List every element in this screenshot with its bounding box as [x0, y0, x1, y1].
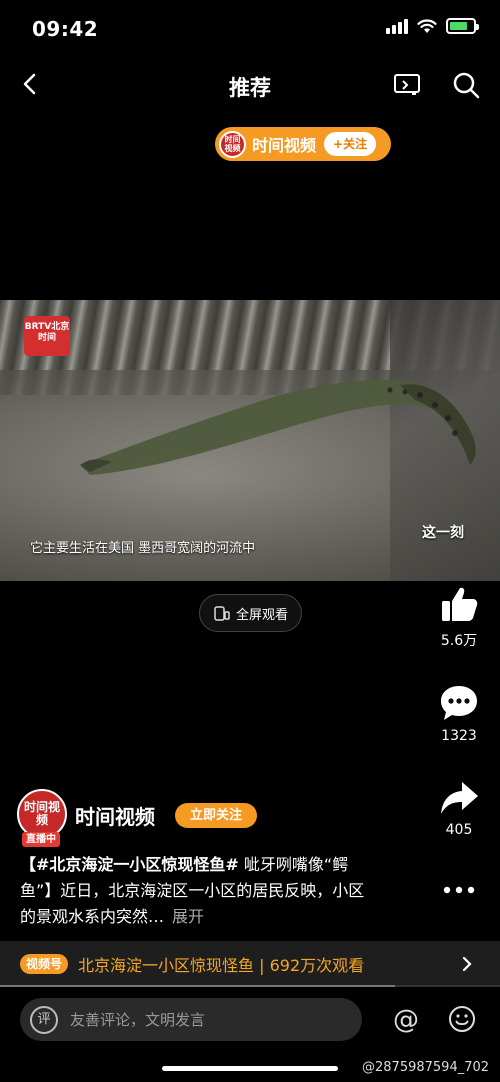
- thumbs-up-icon: [442, 587, 478, 621]
- home-indicator: [162, 1066, 338, 1071]
- status-bar: 09:42: [0, 0, 500, 60]
- series-bar[interactable]: 视频号 北京海淀一小区惊现怪鱼 | 692万次观看: [0, 941, 500, 987]
- video-player[interactable]: BRTV北京时间 它主要生活在美国 墨西哥宽阔的河流中 这一刻: [0, 300, 500, 581]
- status-time: 09:42: [32, 17, 99, 41]
- share-icon: [441, 782, 478, 814]
- user-watermark: @2875987594_702: [362, 1060, 490, 1075]
- account-pill[interactable]: 时间视频 时间视频 +关注: [215, 127, 391, 161]
- series-badge: 视频号: [20, 954, 69, 974]
- cast-screen-icon[interactable]: [392, 70, 422, 100]
- account-logo: 时间视频: [219, 130, 246, 158]
- share-action[interactable]: 405: [429, 778, 489, 838]
- video-channel-logo: BRTV北京时间: [24, 316, 70, 356]
- battery-icon: [446, 18, 479, 34]
- fullscreen-label: 全屏观看: [235, 607, 288, 623]
- comment-icon: [441, 686, 477, 720]
- at-mention-icon[interactable]: @: [393, 1005, 419, 1035]
- comment-placeholder: 友善评论，文明发言: [70, 1011, 206, 1029]
- comment-count: 1323: [441, 728, 477, 744]
- comment-input[interactable]: 评 友善评论，文明发言: [20, 998, 362, 1041]
- fullscreen-icon: [214, 606, 230, 621]
- signal-icon: [386, 18, 408, 34]
- top-bar: 推荐: [0, 60, 500, 110]
- video-watermark: 这一刻: [422, 525, 464, 541]
- video-progress-bar[interactable]: [0, 985, 500, 987]
- video-description: 【#北京海淀一小区惊现怪鱼# 呲牙咧嘴像“鳄鱼”】近日，北京海淀区一小区的居民反…: [20, 852, 370, 930]
- emoji-icon[interactable]: [448, 1005, 476, 1033]
- more-action[interactable]: [429, 882, 489, 898]
- status-icons: [386, 18, 479, 34]
- chevron-right-icon: [462, 956, 472, 972]
- page-title: 推荐: [229, 76, 271, 100]
- battery-fill: [450, 22, 467, 30]
- pill-follow-button[interactable]: +关注: [324, 132, 377, 156]
- live-badge: 直播中: [22, 832, 60, 847]
- video-subtitle: 它主要生活在美国 墨西哥宽阔的河流中: [30, 541, 256, 556]
- description-hashtag[interactable]: 【#北京海淀一小区惊现怪鱼#: [20, 855, 239, 874]
- follow-button[interactable]: 立即关注: [175, 803, 257, 828]
- search-icon[interactable]: [450, 69, 482, 101]
- share-count: 405: [445, 822, 473, 838]
- video-progress-fill: [0, 985, 395, 987]
- wifi-icon: [417, 19, 437, 33]
- like-count: 5.6万: [440, 633, 478, 649]
- comment-edit-icon: 评: [30, 1005, 58, 1034]
- like-action[interactable]: 5.6万: [429, 584, 489, 650]
- more-icon: [443, 886, 475, 894]
- fullscreen-button[interactable]: 全屏观看: [199, 594, 302, 632]
- author-name[interactable]: 时间视频: [75, 801, 155, 830]
- series-text: 北京海淀一小区惊现怪鱼 | 692万次观看: [78, 956, 365, 975]
- account-name: 时间视频: [252, 136, 317, 155]
- comment-action[interactable]: 1323: [429, 682, 489, 744]
- expand-link[interactable]: 展开: [172, 907, 204, 926]
